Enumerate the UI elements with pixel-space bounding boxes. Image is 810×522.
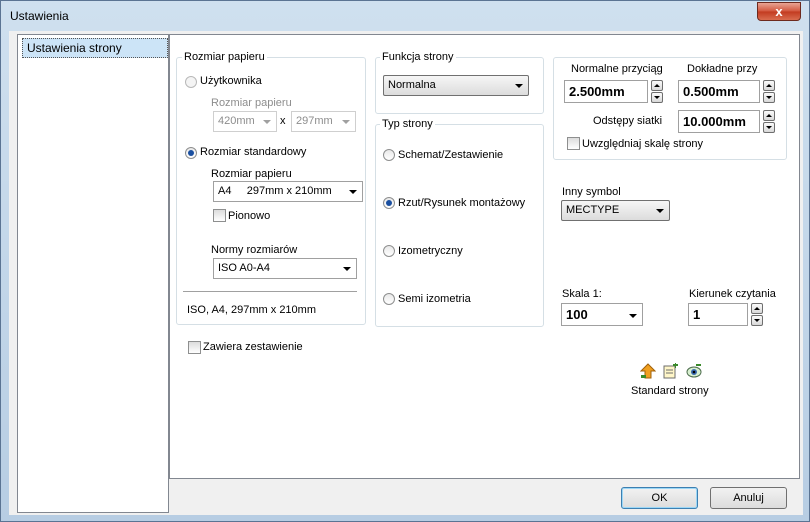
dialog-client-area: Ustawienia strony Rozmiar papieru Użytko… [9,31,803,515]
fine-snap-input[interactable]: 0.500mm [678,80,760,103]
scale-combo[interactable]: 100 [561,303,643,326]
sidebar-list: Ustawienia strony [17,34,169,513]
page-type-radio-assembly[interactable] [383,197,395,209]
grid-spacing-input[interactable]: 10.000mm [678,110,760,133]
standard-size-radio[interactable] [185,147,197,159]
portrait-checkbox[interactable] [213,209,226,222]
arrow-up-icon[interactable] [639,363,657,379]
close-button[interactable]: x [757,2,801,21]
window-title: Ustawienia [10,9,69,23]
contains-list-checkbox[interactable] [188,341,201,354]
page-type-radio-semi-isometric[interactable] [383,293,395,305]
fine-snap-spinner[interactable] [763,80,775,103]
page-type-label-schematic: Schemat/Zestawienie [398,149,504,161]
reading-direction-input[interactable]: 1 [688,303,748,326]
edit-page-icon[interactable] [663,363,679,379]
standard-paper-size-label: Rozmiar papieru [211,168,292,180]
dimension-x-label: x [280,115,286,127]
user-height-combo[interactable]: 297mm [291,111,356,132]
paper-size-legend: Rozmiar papieru [182,51,267,63]
user-size-radio[interactable] [185,76,197,88]
page-type-label-assembly: Rzut/Rysunek montażowy [398,197,526,209]
paper-summary: ISO, A4, 297mm x 210mm [187,304,316,316]
user-size-radio-label: Użytkownika [200,75,262,87]
ok-button[interactable]: OK [621,487,698,509]
settings-window: Ustawienia x Ustawienia strony Rozmiar p… [0,0,810,522]
user-width-combo[interactable]: 420mm [213,111,277,132]
grid-spacing-spinner[interactable] [763,110,775,133]
cancel-button[interactable]: Anuluj [710,487,787,509]
size-norms-label: Normy rozmiarów [211,244,298,256]
user-paper-size-label: Rozmiar papieru [211,97,292,109]
standard-paper-size-combo[interactable]: A4 297mm x 210mm [213,181,363,202]
page-standard-label: Standard strony [631,385,709,397]
other-symbol-label: Inny symbol [562,186,621,198]
page-type-radio-schematic[interactable] [383,149,395,161]
page-type-radio-isometric[interactable] [383,245,395,257]
sidebar-item-page-settings[interactable]: Ustawienia strony [22,38,168,58]
grid-spacing-label: Odstępy siatki [593,115,663,127]
page-type-label-semi-isometric: Semi izometria [398,293,471,305]
settings-panel: Rozmiar papieru Użytkownika Rozmiar papi… [169,34,800,479]
page-function-legend: Funkcja strony [380,51,456,63]
normal-snap-input[interactable]: 2.500mm [564,80,648,103]
paper-divider [183,291,357,292]
scale-label: Skala 1: [562,288,602,300]
page-type-legend: Typ strony [380,118,435,130]
page-type-label-isometric: Izometryczny [398,245,463,257]
size-norms-combo[interactable]: ISO A0-A4 [213,258,357,279]
other-symbol-combo[interactable]: MECTYPE [561,200,670,221]
title-bar: Ustawienia x [1,1,809,31]
standard-size-radio-label: Rozmiar standardowy [200,146,307,158]
reading-direction-label: Kierunek czytania [689,288,776,300]
use-page-scale-checkbox[interactable] [567,137,580,150]
contains-list-label: Zawiera zestawienie [203,341,303,353]
view-eye-icon[interactable] [686,363,702,379]
reading-direction-spinner[interactable] [751,303,763,326]
use-page-scale-label: Uwzględniaj skalę strony [582,138,704,150]
portrait-label: Pionowo [228,210,271,222]
normal-snap-label: Normalne przyciąg [571,63,663,75]
fine-snap-label: Dokładne przy [687,63,758,75]
normal-snap-spinner[interactable] [651,80,663,103]
page-function-combo[interactable]: Normalna [383,75,529,96]
